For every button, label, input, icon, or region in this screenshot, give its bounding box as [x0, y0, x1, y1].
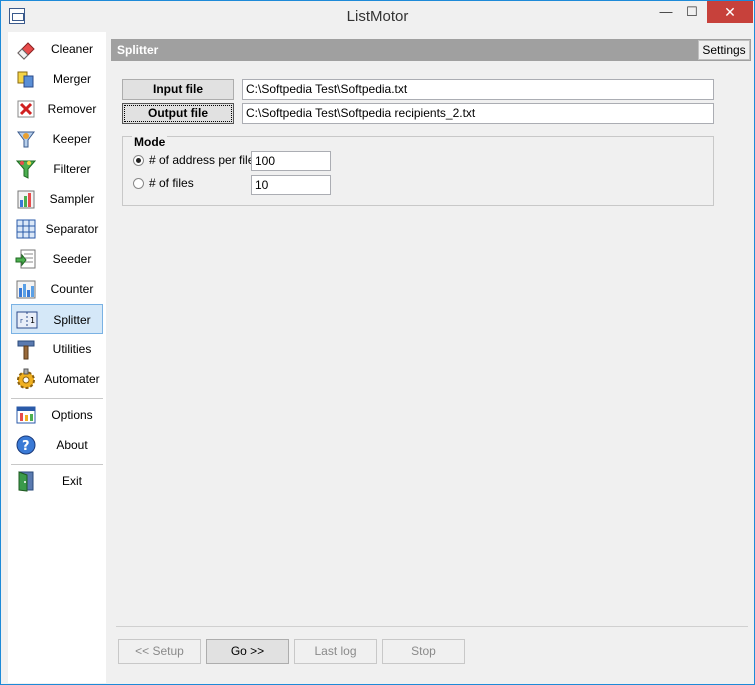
panel-title: Splitter [117, 43, 159, 57]
sidebar-item-merger[interactable]: Merger [11, 64, 103, 94]
number-of-files-label: # of files [149, 176, 194, 190]
sidebar-item-filterer[interactable]: Filterer [11, 154, 103, 184]
mode-group-title: Mode [132, 135, 168, 149]
sidebar-item-label: Utilities [52, 342, 92, 356]
sidebar-item-keeper[interactable]: Keeper [11, 124, 103, 154]
setup-button[interactable]: << Setup [118, 639, 201, 664]
sidebar-item-label: Counter [50, 282, 94, 296]
last-log-button[interactable]: Last log [294, 639, 377, 664]
input-file-button[interactable]: Input file [122, 79, 234, 100]
filter-icon [15, 160, 37, 179]
sidebar-item-cleaner[interactable]: Cleaner [11, 34, 103, 64]
svg-text:?: ? [22, 439, 30, 454]
maximize-button[interactable]: ☐ [679, 1, 705, 23]
sidebar-item-label: Separator [45, 222, 99, 236]
sidebar-item-label: Filterer [53, 162, 91, 176]
address-per-file-input[interactable]: 100 [251, 151, 331, 171]
input-file-field[interactable]: C:\Softpedia Test\Softpedia.txt [242, 79, 714, 100]
sidebar-item-label: Cleaner [50, 42, 94, 56]
address-per-file-label: # of address per file [149, 153, 255, 167]
sidebar-item-seeder[interactable]: Seeder [11, 244, 103, 274]
sidebar-item-label: Options [51, 408, 93, 422]
panel-header: Splitter Settings [111, 39, 751, 61]
sidebar-item-separator[interactable]: Separator [11, 214, 103, 244]
grid-icon [16, 219, 36, 239]
sidebar-item-utilities[interactable]: Utilities [11, 334, 103, 364]
sidebar-item-about[interactable]: ? About [11, 430, 103, 460]
address-per-file-radio[interactable] [133, 155, 144, 166]
minimize-button[interactable]: — [653, 1, 679, 23]
svg-text:1: 1 [30, 316, 35, 325]
go-button[interactable]: Go >> [206, 639, 289, 664]
number-of-files-radio[interactable] [133, 178, 144, 189]
hammer-icon [17, 340, 35, 360]
settings-button[interactable]: Settings [698, 40, 750, 60]
help-icon: ? [16, 435, 36, 455]
stop-button[interactable]: Stop [382, 639, 465, 664]
sidebar-item-label: Splitter [53, 313, 91, 327]
output-file-field[interactable]: C:\Softpedia Test\Softpedia recipients_2… [242, 103, 714, 124]
options-icon [16, 406, 36, 424]
merge-icon [17, 71, 34, 88]
sampler-icon [17, 190, 35, 209]
sidebar-item-label: About [56, 438, 88, 452]
number-of-files-input[interactable]: 10 [251, 175, 331, 195]
output-file-button[interactable]: Output file [122, 103, 234, 124]
sidebar-item-label: Sampler [49, 192, 95, 206]
title-bar[interactable]: ListMotor — ☐ ✕ [1, 1, 754, 32]
counter-icon [16, 280, 36, 299]
sidebar-item-options[interactable]: Options [11, 400, 103, 430]
close-button[interactable]: ✕ [707, 1, 753, 23]
svg-text:r: r [20, 317, 23, 325]
sidebar-item-label: Automater [44, 372, 100, 386]
eraser-icon [17, 42, 35, 60]
sidebar-item-sampler[interactable]: Sampler [11, 184, 103, 214]
sidebar-item-counter[interactable]: Counter [11, 274, 103, 304]
sidebar-item-label: Keeper [52, 132, 92, 146]
seeder-icon [15, 249, 36, 269]
app-window: ListMotor — ☐ ✕ Cleaner Merger Remover K… [0, 0, 755, 685]
mode-group: Mode # of address per file 100 # of file… [122, 135, 714, 206]
sidebar-item-splitter[interactable]: r 1 Splitter [11, 304, 103, 334]
sidebar-item-label: Merger [52, 72, 91, 86]
sidebar-separator [11, 398, 103, 399]
remove-icon [17, 100, 35, 118]
window-title: ListMotor [346, 8, 409, 25]
gear-icon [17, 368, 35, 389]
exit-door-icon [18, 471, 34, 492]
sidebar-item-remover[interactable]: Remover [11, 94, 103, 124]
splitter-icon: r 1 [16, 311, 38, 329]
sidebar-separator [11, 464, 103, 465]
sidebar-item-automater[interactable]: Automater [11, 364, 103, 394]
footer-separator [116, 626, 748, 627]
sidebar-item-label: Seeder [52, 252, 92, 266]
sidebar-item-exit[interactable]: Exit [11, 466, 103, 496]
sidebar-item-label: Exit [61, 474, 82, 488]
sidebar: Cleaner Merger Remover Keeper Filterer S… [8, 32, 106, 683]
sidebar-item-label: Remover [47, 102, 97, 116]
keeper-icon [17, 131, 35, 148]
main-panel: Splitter Settings Input file C:\Softpedi… [110, 32, 752, 683]
